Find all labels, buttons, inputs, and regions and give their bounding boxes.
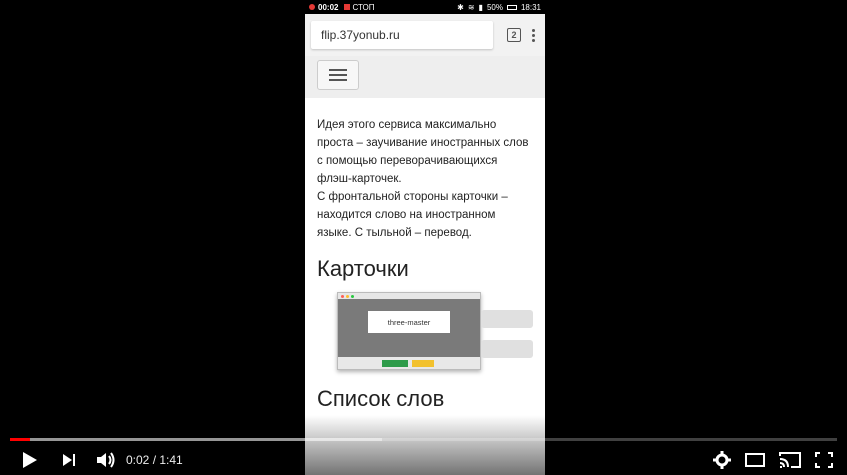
intro-paragraph-2: С фронтальной стороны карточки – находит…: [317, 191, 508, 239]
progress-buffered: [10, 438, 383, 441]
fullscreen-icon: [815, 452, 833, 468]
play-button[interactable]: [22, 451, 38, 469]
heading-word-list: Список слов: [317, 386, 445, 411]
status-bar: 00:02 СТОП ✱ ≋ ▮ 50% 18:31: [305, 0, 545, 14]
battery-percent: 50%: [486, 2, 503, 12]
play-icon: [23, 452, 37, 468]
address-bar[interactable]: flip.37yonub.ru: [311, 21, 493, 49]
volume-icon: [97, 452, 115, 468]
hamburger-menu-button[interactable]: [317, 60, 359, 90]
screenshot-window: three-master: [337, 292, 481, 370]
url-text: flip.37yonub.ru: [321, 28, 400, 42]
cards-screenshot: three-master: [327, 292, 533, 372]
time-separator: /: [149, 453, 160, 467]
settings-icon: [713, 451, 731, 469]
time-display: 0:02 / 1:41: [126, 453, 183, 467]
cast-button[interactable]: [779, 452, 801, 468]
player-controls: 0:02 / 1:41: [0, 445, 847, 475]
flash-card: three-master: [368, 311, 450, 333]
theater-icon: [745, 453, 765, 467]
site-header: [305, 56, 545, 98]
wifi-icon: ≋: [467, 2, 475, 12]
time-current: 0:02: [126, 453, 150, 467]
settings-button[interactable]: [713, 451, 731, 469]
browser-toolbar: flip.37yonub.ru 2: [305, 14, 545, 56]
next-button[interactable]: [62, 453, 76, 467]
progress-played: [10, 438, 30, 441]
heading-cards: Карточки: [317, 256, 409, 281]
stop-icon: [344, 4, 351, 10]
phone-screen: 00:02 СТОП ✱ ≋ ▮ 50% 18:31 flip.37yonub.…: [305, 0, 545, 475]
tab-switcher-button[interactable]: 2: [507, 28, 521, 42]
signal-icon: ▮: [478, 2, 483, 12]
cast-icon: [779, 452, 801, 468]
screenshot-callout-1: [481, 310, 533, 328]
more-menu-icon[interactable]: [531, 28, 535, 42]
bluetooth-icon: ✱: [457, 2, 464, 12]
time-total: 1:41: [159, 453, 183, 467]
battery-icon: [506, 4, 517, 10]
record-icon: [309, 4, 315, 10]
next-icon: [63, 454, 75, 466]
volume-button[interactable]: [96, 451, 116, 469]
stop-label[interactable]: СТОП: [352, 3, 374, 12]
theater-mode-button[interactable]: [745, 453, 765, 467]
screenshot-green-button: [382, 360, 408, 367]
progress-bar[interactable]: [10, 438, 837, 441]
record-time: 00:02: [318, 2, 339, 12]
status-clock: 18:31: [520, 2, 541, 12]
screenshot-callout-2: [481, 340, 533, 358]
fullscreen-button[interactable]: [815, 452, 833, 468]
article-content: Идея этого сервиса максимально проста – …: [305, 98, 545, 412]
screenshot-yellow-button: [412, 360, 434, 367]
intro-paragraph: Идея этого сервиса максимально проста – …: [317, 119, 529, 185]
